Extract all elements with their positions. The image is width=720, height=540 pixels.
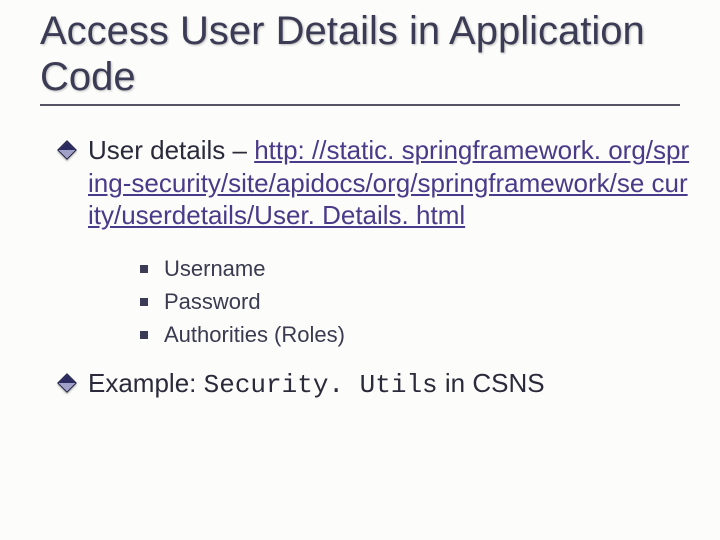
sub-bullet-username: Username xyxy=(140,252,690,285)
diamond-bullet-icon xyxy=(57,140,77,160)
bullet-text-prefix: User details – xyxy=(88,135,254,165)
slide-body: User details – http: //static. springfra… xyxy=(40,134,690,401)
example-code: Security. Utils xyxy=(204,370,438,400)
slide-title: Access User Details in Application Code xyxy=(40,8,690,100)
sub-bullet-label: Authorities (Roles) xyxy=(164,322,345,347)
example-suffix: in CSNS xyxy=(438,368,545,398)
bullet-user-details: User details – http: //static. springfra… xyxy=(60,134,690,351)
example-prefix: Example: xyxy=(88,368,204,398)
bullet-list-level1: User details – http: //static. springfra… xyxy=(60,134,690,401)
diamond-bullet-icon xyxy=(57,373,77,393)
title-underline xyxy=(40,104,680,106)
square-bullet-icon xyxy=(140,331,148,339)
slide: Access User Details in Application Code … xyxy=(0,0,720,540)
sub-bullet-label: Password xyxy=(164,289,261,314)
sub-bullet-authorities: Authorities (Roles) xyxy=(140,318,690,351)
square-bullet-icon xyxy=(140,298,148,306)
square-bullet-icon xyxy=(140,265,148,273)
bullet-list-level2: Username Password Authorities (Roles) xyxy=(88,252,690,351)
bullet-example: Example: Security. Utils in CSNS xyxy=(60,367,690,402)
sub-bullet-label: Username xyxy=(164,256,265,281)
sub-bullet-password: Password xyxy=(140,285,690,318)
